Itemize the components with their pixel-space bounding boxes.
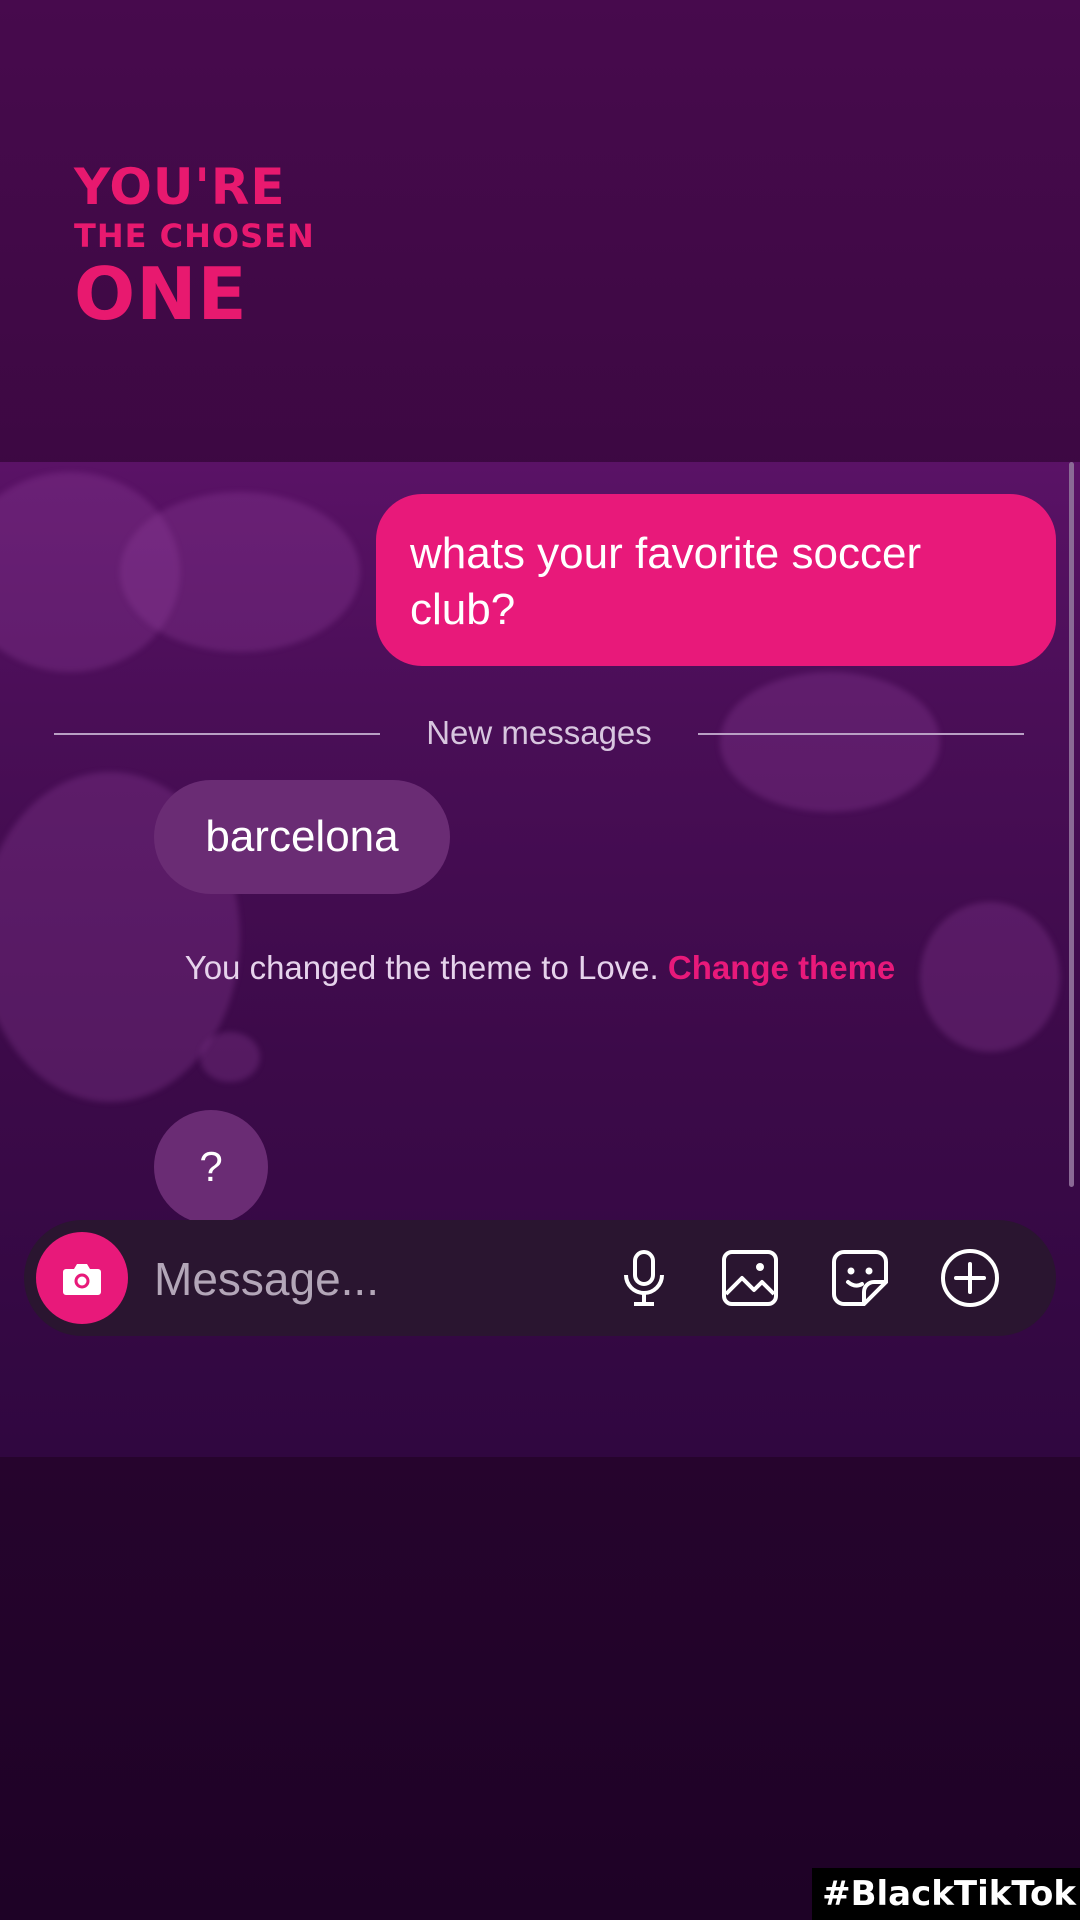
heart-decoration [920, 902, 1060, 1052]
camera-icon [63, 1264, 101, 1295]
theme-change-notice: You changed the theme to Love. Change th… [150, 947, 930, 989]
sticker-icon [832, 1250, 888, 1306]
microphone-icon [624, 1250, 664, 1306]
outgoing-message-bubble[interactable]: whats your favorite soccer club? [376, 494, 1056, 666]
promo-line-2: THE CHOSEN [74, 217, 315, 255]
message-input[interactable] [152, 1240, 576, 1318]
promo-line-3: ONE [74, 252, 248, 336]
chat-thread[interactable]: whats your favorite soccer club? New mes… [0, 462, 1080, 1457]
scrollbar[interactable] [1069, 462, 1074, 1187]
change-theme-link[interactable]: Change theme [668, 949, 895, 986]
new-messages-divider: New messages [54, 713, 1024, 753]
incoming-reply-bubble[interactable]: ? [154, 1110, 268, 1224]
promo-line-1: YOU'RE [74, 158, 286, 216]
more-button[interactable] [936, 1244, 1004, 1312]
camera-button[interactable] [36, 1232, 128, 1324]
gallery-icon [722, 1250, 778, 1306]
divider-line [698, 733, 1024, 735]
heart-decoration [200, 1032, 260, 1082]
heart-decoration [120, 492, 360, 652]
microphone-button[interactable] [610, 1244, 678, 1312]
message-composer [24, 1220, 1056, 1336]
promo-overlay: YOU'RE THE CHOSEN ONE [74, 162, 315, 330]
theme-change-text: You changed the theme to Love. [184, 949, 659, 986]
sticker-button[interactable] [826, 1244, 894, 1312]
watermark-hashtag: #BlackTikTok [812, 1868, 1080, 1920]
incoming-message-bubble[interactable]: barcelona [154, 780, 450, 894]
plus-icon [941, 1249, 999, 1307]
gallery-button[interactable] [716, 1244, 784, 1312]
